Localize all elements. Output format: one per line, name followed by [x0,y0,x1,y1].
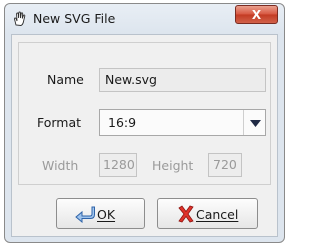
width-label: Width [42,158,79,173]
window-title: New SVG File [33,11,116,26]
name-field[interactable]: New.svg [99,68,266,92]
format-dropdown-button[interactable] [243,110,265,135]
dialog-content: Name New.svg Format 16:9 Width 1280 Heig… [11,34,278,237]
dialog-window: New SVG File X Name New.svg Format 16:9 … [4,3,285,243]
height-label: Height [152,158,194,173]
ok-button[interactable]: OK [56,198,145,229]
triangle-down-icon [250,120,261,127]
width-field[interactable]: 1280 [99,153,137,177]
cancel-button[interactable]: Cancel [157,198,258,229]
red-x-icon [176,205,196,223]
format-label: Format [37,115,82,130]
settings-group: Name New.svg Format 16:9 Width 1280 Heig… [18,42,271,185]
ok-label: OK [97,207,116,222]
format-value: 16:9 [108,115,137,130]
cancel-label: Cancel [196,207,239,222]
close-button[interactable]: X [235,5,278,24]
hand-icon [12,11,28,27]
format-select[interactable]: 16:9 [99,109,266,136]
enter-arrow-icon [75,205,95,224]
title-bar[interactable]: New SVG File X [5,4,284,34]
height-field[interactable]: 720 [208,153,242,177]
name-label: Name [47,72,84,87]
